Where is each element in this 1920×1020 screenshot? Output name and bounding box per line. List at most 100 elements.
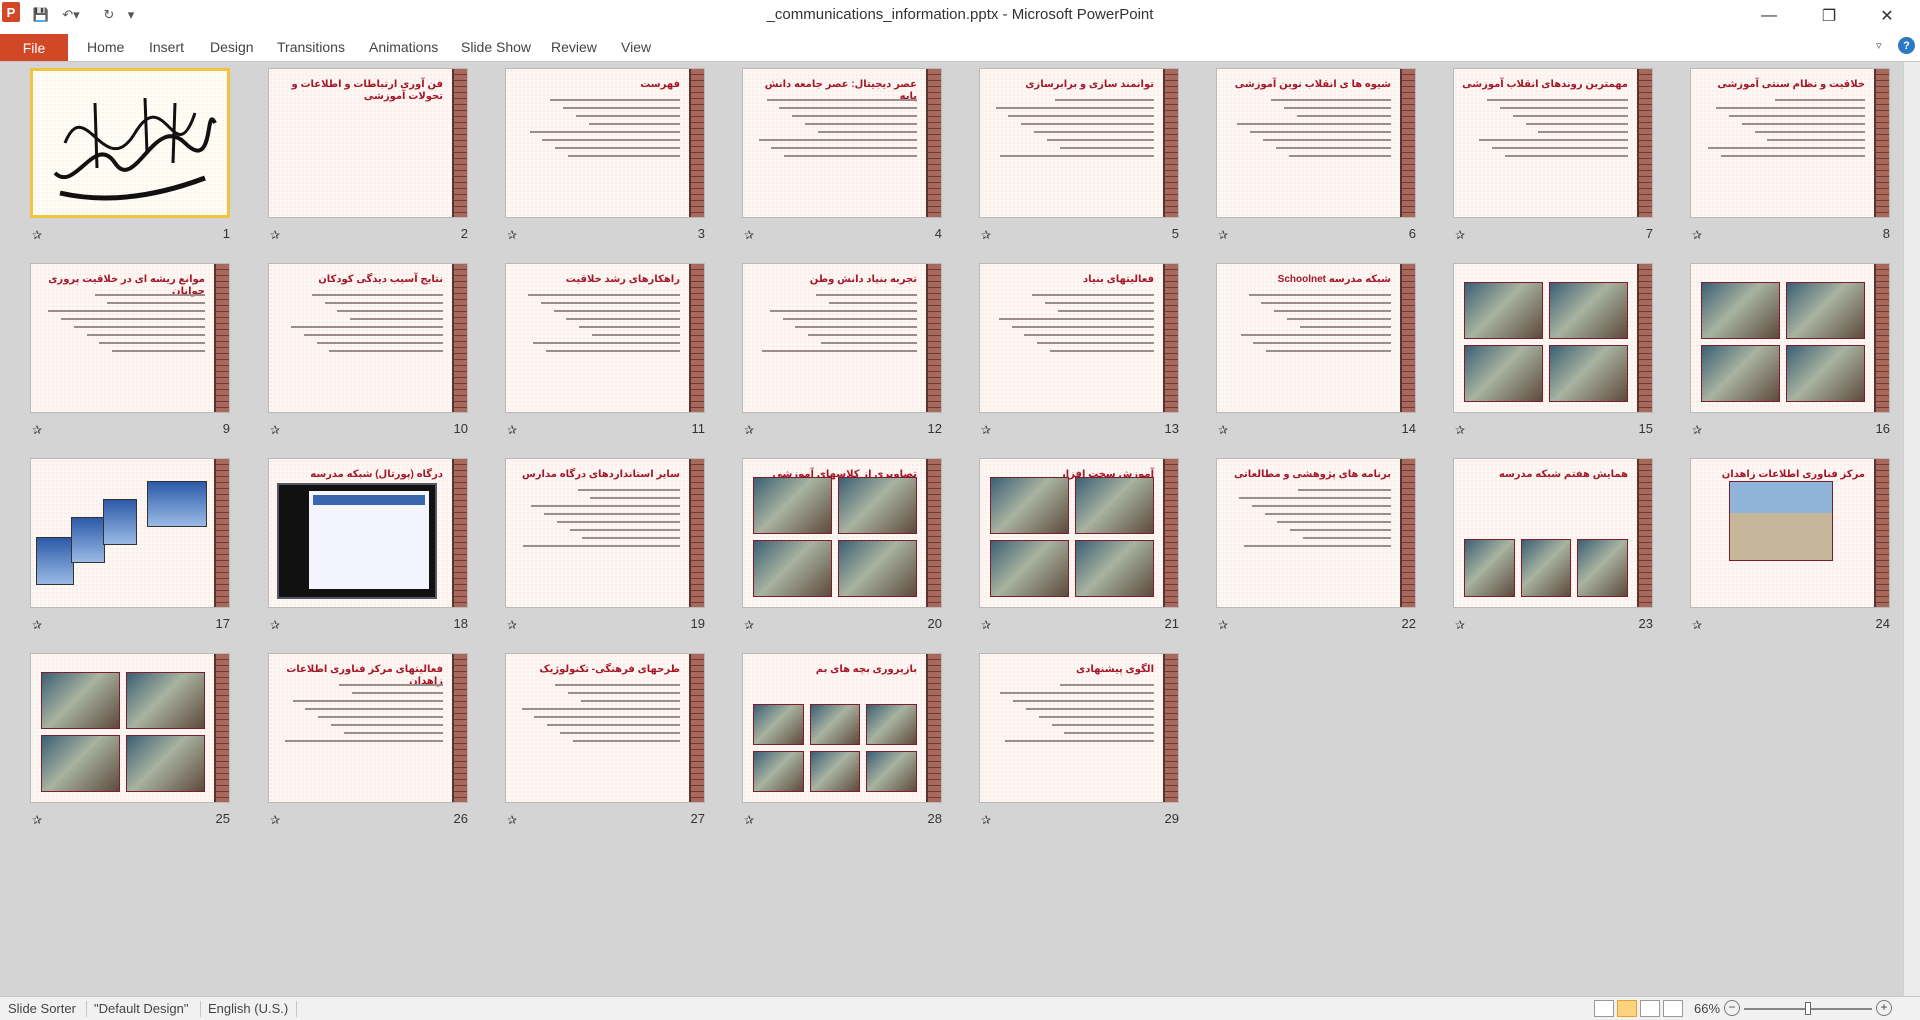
tab-insert[interactable]: Insert [149,39,184,55]
slide-preview[interactable]: فعالیتهای بنیاد [979,263,1179,413]
transition-icon[interactable]: ✰ [1218,423,1228,437]
minimize-button[interactable]: — [1746,0,1792,32]
slide-thumbnail[interactable]: الگوی پیشنهادی ✰ 29 [979,653,1181,843]
slide-preview[interactable]: فهرست [505,68,705,218]
slide-thumbnail[interactable]: مرکز فناوری اطلاعات زاهدان ✰ 24 [1690,458,1892,648]
slide-preview[interactable]: آموزش سخت افزار [979,458,1179,608]
slide-thumbnail[interactable]: ✰ 15 [1453,263,1655,453]
slide-thumbnail[interactable]: عصر دیجیتال: عصر جامعه دانش پایه ✰ 4 [742,68,944,258]
slide-preview[interactable] [30,653,230,803]
slide-preview[interactable]: راهکارهای رشد خلاقیت [505,263,705,413]
tab-file[interactable]: File [0,34,68,61]
transition-icon[interactable]: ✰ [1692,423,1702,437]
slide-thumbnail[interactable]: موانع ریشه ای در خلاقیت پروری جوانان ✰ 9 [30,263,232,453]
tab-slide-show[interactable]: Slide Show [461,39,531,55]
slide-thumbnail[interactable]: مهمترین روندهای انقلاب آموزشی ✰ 7 [1453,68,1655,258]
transition-icon[interactable]: ✰ [32,618,42,632]
help-icon[interactable]: ? [1898,37,1915,54]
slide-preview[interactable]: سایر استانداردهای درگاه مدارس [505,458,705,608]
slide-preview[interactable] [30,458,230,608]
transition-icon[interactable]: ✰ [1692,618,1702,632]
theme-name[interactable]: "Default Design" [94,1001,189,1016]
slide-preview[interactable]: شیوه ها ی انقلاب نوین آموزشی [1216,68,1416,218]
slide-preview[interactable]: موانع ریشه ای در خلاقیت پروری جوانان [30,263,230,413]
slide-preview[interactable]: طرحهای فرهنگی- تکنولوژیک [505,653,705,803]
transition-icon[interactable]: ✰ [32,423,42,437]
slide-thumbnail[interactable]: ✰ 17 [30,458,232,648]
transition-icon[interactable]: ✰ [1692,228,1702,242]
transition-icon[interactable]: ✰ [507,813,517,827]
slide-thumbnail[interactable]: طرحهای فرهنگی- تکنولوژیک ✰ 27 [505,653,707,843]
transition-icon[interactable]: ✰ [1218,618,1228,632]
slide-preview[interactable]: نتایج آسیب دیدگی کودکان [268,263,468,413]
close-button[interactable]: ✕ [1864,0,1910,32]
slide-thumbnail[interactable]: فن آوری ارتباطات و اطلاعات و تحولات آموز… [268,68,470,258]
tab-design[interactable]: Design [210,39,254,55]
slide-thumbnail[interactable]: فهرست ✰ 3 [505,68,707,258]
slide-thumbnail[interactable]: فعالیتهای بنیاد ✰ 13 [979,263,1181,453]
slide-thumbnail[interactable]: راهکارهای رشد خلاقیت ✰ 11 [505,263,707,453]
zoom-out-button[interactable]: − [1724,1000,1740,1016]
zoom-level[interactable]: 66% [1694,1001,1720,1016]
tab-review[interactable]: Review [551,39,597,55]
slide-thumbnail[interactable]: توانمند سازی و برابرسازی ✰ 5 [979,68,1181,258]
transition-icon[interactable]: ✰ [981,228,991,242]
transition-icon[interactable]: ✰ [981,813,991,827]
zoom-slider-handle[interactable] [1805,1002,1811,1015]
slide-thumbnail[interactable]: ✰ 1 [30,68,232,258]
transition-icon[interactable]: ✰ [270,618,280,632]
slide-preview[interactable]: فعالیتهای مرکز فناوری اطلاعات زاهدان [268,653,468,803]
transition-icon[interactable]: ✰ [507,618,517,632]
tab-transitions[interactable]: Transitions [277,39,345,55]
transition-icon[interactable]: ✰ [270,423,280,437]
slide-thumbnail[interactable]: نتایج آسیب دیدگی کودکان ✰ 10 [268,263,470,453]
slide-preview[interactable]: درگاه (پورتال) شبکه مدرسه [268,458,468,608]
slide-thumbnail[interactable]: شیوه ها ی انقلاب نوین آموزشی ✰ 6 [1216,68,1418,258]
transition-icon[interactable]: ✰ [270,228,280,242]
transition-icon[interactable]: ✰ [1455,618,1465,632]
slide-thumbnail[interactable]: درگاه (پورتال) شبکه مدرسه ✰ 18 [268,458,470,648]
transition-icon[interactable]: ✰ [744,618,754,632]
normal-view-button[interactable] [1594,1000,1614,1017]
slide-preview[interactable]: توانمند سازی و برابرسازی [979,68,1179,218]
slide-thumbnail[interactable]: همایش هفتم شبکه مدرسه ✰ 23 [1453,458,1655,648]
tab-home[interactable]: Home [87,39,124,55]
slide-sorter-view-button[interactable] [1617,1000,1637,1017]
zoom-in-button[interactable]: + [1876,1000,1892,1016]
slide-thumbnail[interactable]: تجربه بنیاد دانش وطن ✰ 12 [742,263,944,453]
collapse-ribbon-icon[interactable]: ▿ [1876,39,1882,52]
transition-icon[interactable]: ✰ [981,423,991,437]
slide-preview[interactable]: عصر دیجیتال: عصر جامعه دانش پایه [742,68,942,218]
slide-thumbnail[interactable]: خلاقیت و نظام سنتی آموزشی ✰ 8 [1690,68,1892,258]
slide-preview[interactable]: همایش هفتم شبکه مدرسه [1453,458,1653,608]
slide-preview[interactable]: برنامه های پژوهشی و مطالعاتی [1216,458,1416,608]
slide-preview[interactable]: بازپروری بچه های بم [742,653,942,803]
tab-animations[interactable]: Animations [369,39,438,55]
transition-icon[interactable]: ✰ [981,618,991,632]
slide-preview[interactable]: مهمترین روندهای انقلاب آموزشی [1453,68,1653,218]
slide-show-view-button[interactable] [1663,1000,1683,1017]
slide-thumbnail[interactable]: بازپروری بچه های بم ✰ 28 [742,653,944,843]
slide-thumbnail[interactable]: تصاویری از کلاسهای آموزشی ✰ 20 [742,458,944,648]
tab-view[interactable]: View [621,39,651,55]
vertical-scrollbar[interactable] [1903,62,1920,996]
transition-icon[interactable]: ✰ [507,228,517,242]
transition-icon[interactable]: ✰ [1455,228,1465,242]
restore-button[interactable]: ❐ [1806,0,1852,32]
slide-thumbnail[interactable]: برنامه های پژوهشی و مطالعاتی ✰ 22 [1216,458,1418,648]
slide-thumbnail[interactable]: سایر استانداردهای درگاه مدارس ✰ 19 [505,458,707,648]
transition-icon[interactable]: ✰ [270,813,280,827]
slide-preview[interactable]: شبکه مدرسه Schoolnet [1216,263,1416,413]
slide-thumbnail[interactable]: آموزش سخت افزار ✰ 21 [979,458,1181,648]
slide-thumbnail[interactable]: شبکه مدرسه Schoolnet ✰ 14 [1216,263,1418,453]
slide-thumbnail[interactable]: فعالیتهای مرکز فناوری اطلاعات زاهدان ✰ 26 [268,653,470,843]
reading-view-button[interactable] [1640,1000,1660,1017]
slide-thumbnail[interactable]: ✰ 16 [1690,263,1892,453]
transition-icon[interactable]: ✰ [1218,228,1228,242]
transition-icon[interactable]: ✰ [32,813,42,827]
slide-thumbnail[interactable]: ✰ 25 [30,653,232,843]
slide-preview[interactable] [30,68,230,218]
slide-preview[interactable] [1453,263,1653,413]
slide-preview[interactable]: تجربه بنیاد دانش وطن [742,263,942,413]
slide-preview[interactable]: تصاویری از کلاسهای آموزشی [742,458,942,608]
